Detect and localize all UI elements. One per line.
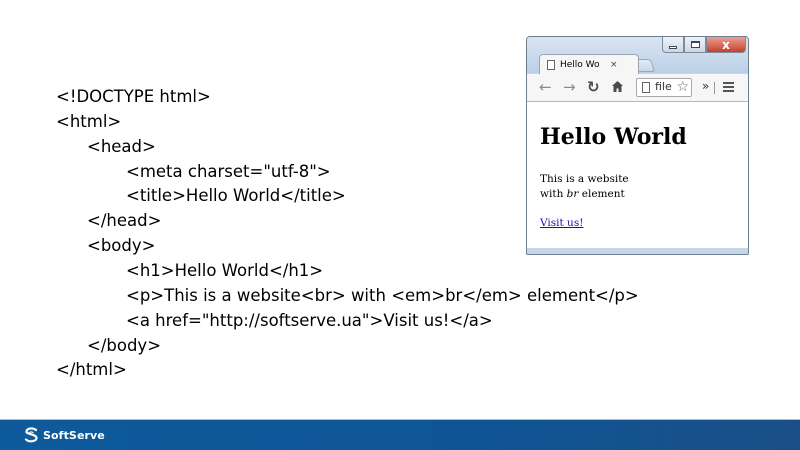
code-line-paragraph: <p>This is a website<br> with <em>br</em… <box>126 286 639 305</box>
minimize-icon <box>669 45 677 49</box>
star-icon[interactable]: ☆ <box>676 79 689 96</box>
code-line-head-close: </head> <box>87 211 162 230</box>
browser-toolbar: ← → ↻ file ☆ » <box>527 74 748 102</box>
home-icon[interactable] <box>611 78 624 97</box>
address-text: file <box>655 80 672 93</box>
page-icon <box>547 59 555 70</box>
code-line-title: <title>Hello World</title> <box>126 186 346 205</box>
browser-tab[interactable]: Hello Wo × <box>539 54 639 74</box>
window-close-button[interactable]: x <box>706 37 746 53</box>
code-line-h1: <h1>Hello World</h1> <box>126 261 324 280</box>
page-paragraph: This is a website with br element <box>540 172 629 202</box>
paragraph-line-1: This is a website <box>540 173 629 185</box>
softserve-logo: SoftServe <box>24 427 105 443</box>
reload-icon[interactable]: ↻ <box>587 78 600 96</box>
hamburger-menu-icon[interactable] <box>723 82 734 93</box>
code-line-meta: <meta charset="utf-8"> <box>126 162 331 181</box>
page-heading: Hello World <box>540 124 687 150</box>
forward-arrow-icon[interactable]: → <box>563 78 576 96</box>
code-line-anchor: <a href="http://softserve.ua">Visit us!<… <box>126 311 493 330</box>
toolbar-overflow-icon[interactable]: » <box>702 79 709 93</box>
code-line-body-close: </body> <box>87 336 162 355</box>
maximize-button[interactable] <box>684 37 706 53</box>
footer-bar <box>0 420 800 450</box>
toolbar-divider <box>714 82 715 94</box>
paragraph-line-2-post: element <box>578 188 625 200</box>
tab-close-icon[interactable]: × <box>610 60 618 70</box>
code-line-html-open: <html> <box>56 112 122 131</box>
browser-window: x Hello Wo × ← → ↻ file ☆ » Hello World … <box>526 36 749 255</box>
close-icon: x <box>722 37 730 52</box>
softserve-logo-icon <box>24 427 38 443</box>
paragraph-emphasis: br <box>566 188 579 200</box>
back-arrow-icon[interactable]: ← <box>539 78 552 96</box>
brand-name: SoftServe <box>43 428 105 442</box>
maximize-icon <box>690 41 700 48</box>
code-line-html-close: </html> <box>56 360 127 379</box>
minimize-button[interactable] <box>662 37 684 53</box>
code-line-doctype: <!DOCTYPE html> <box>56 87 211 106</box>
code-line-body-open: <body> <box>87 236 156 255</box>
address-bar[interactable]: file ☆ <box>636 78 692 97</box>
page-icon <box>642 82 650 93</box>
window-controls: x <box>662 37 746 54</box>
visit-us-link[interactable]: Visit us! <box>540 216 583 230</box>
code-line-head-open: <head> <box>87 137 156 156</box>
paragraph-line-2-pre: with <box>540 188 567 200</box>
tab-title: Hello Wo <box>560 59 600 70</box>
page-viewport: Hello World This is a website with br el… <box>527 102 748 248</box>
